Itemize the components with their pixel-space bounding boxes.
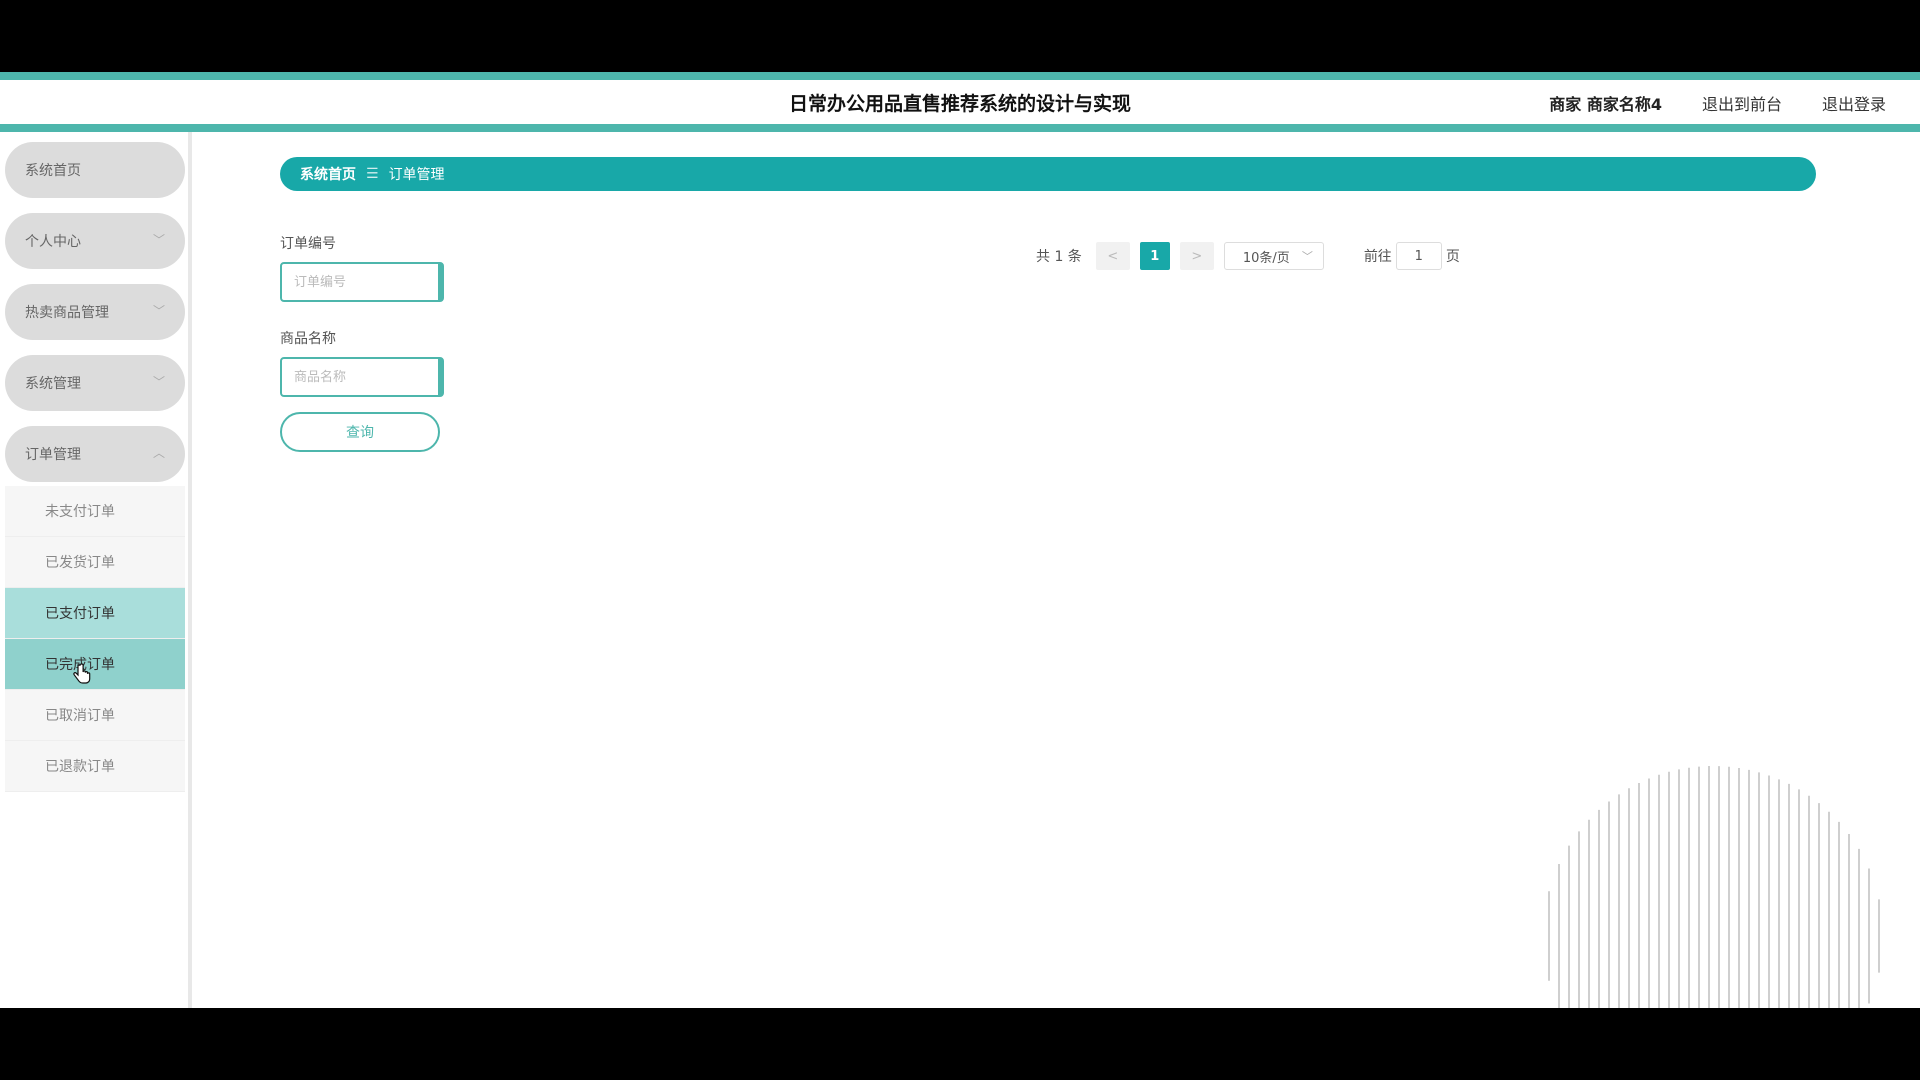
chevron-down-icon: ﹀ xyxy=(152,304,165,318)
page-size-select[interactable]: 10条/页 ﹀ xyxy=(1223,242,1324,270)
submenu-item-label: 已取消订单 xyxy=(45,708,115,724)
submenu-item-label: 已发货订单 xyxy=(45,555,115,571)
chevron-down-icon: ﹀ xyxy=(152,233,165,247)
submenu-item-paid[interactable]: 已支付订单 xyxy=(5,588,185,639)
product-name-input[interactable] xyxy=(280,357,444,397)
pagination-total: 共 1 条 xyxy=(1036,249,1082,265)
query-button[interactable]: 查询 xyxy=(280,412,440,452)
product-name-label: 商品名称 xyxy=(280,331,336,347)
sidebar-item-label: 系统管理 xyxy=(25,376,81,392)
pagination: 共 1 条 < 1 > 10条/页 ﹀ 前往 页 xyxy=(1036,242,1460,270)
submenu-item-label: 已退款订单 xyxy=(45,759,115,775)
sidebar-item-label: 订单管理 xyxy=(25,447,81,463)
top-header: 日常办公用品直售推荐系统的设计与实现 商家 商家名称4 退出到前台 退出登录 xyxy=(0,72,1920,132)
next-page-button[interactable]: > xyxy=(1179,242,1214,270)
sidebar-item-personal-center[interactable]: 个人中心 ﹀ xyxy=(5,213,185,269)
sidebar-item-label: 个人中心 xyxy=(25,234,81,250)
sidebar-item-home[interactable]: 系统首页 xyxy=(5,142,185,198)
sidebar-item-hot-products[interactable]: 热卖商品管理 ﹀ xyxy=(5,284,185,340)
breadcrumb-home[interactable]: 系统首页 xyxy=(300,164,356,184)
page-size-value: 10条/页 xyxy=(1242,250,1290,266)
prev-page-button[interactable]: < xyxy=(1095,242,1130,270)
submenu-item-label: 未支付订单 xyxy=(45,504,115,520)
sidebar: 系统首页 个人中心 ﹀ 热卖商品管理 ﹀ 系统管理 ﹀ 订单管理 ︿ 未支付订单… xyxy=(0,132,192,1008)
app-window: 日常办公用品直售推荐系统的设计与实现 商家 商家名称4 退出到前台 退出登录 系… xyxy=(0,72,1920,1008)
submenu-item-refunded[interactable]: 已退款订单 xyxy=(5,741,185,792)
goto-page-input[interactable] xyxy=(1395,242,1442,270)
submenu-item-label: 已支付订单 xyxy=(45,606,115,622)
submenu-item-shipped[interactable]: 已发货订单 xyxy=(5,537,185,588)
logout-link[interactable]: 退出登录 xyxy=(1822,91,1886,115)
menu-icon: ☰ xyxy=(366,166,379,182)
submenu-item-cancelled[interactable]: 已取消订单 xyxy=(5,690,185,741)
order-no-label: 订单编号 xyxy=(280,236,336,252)
header-actions: 商家 商家名称4 退出到前台 退出登录 xyxy=(1549,91,1886,115)
order-no-input[interactable] xyxy=(280,262,444,302)
goto-prefix: 前往 xyxy=(1363,249,1392,265)
breadcrumb: 系统首页 ☰ 订单管理 xyxy=(280,157,1816,191)
sidebar-item-label: 系统首页 xyxy=(25,163,81,179)
goto-suffix: 页 xyxy=(1445,249,1460,265)
submenu-item-unpaid[interactable]: 未支付订单 xyxy=(5,486,185,537)
submenu-item-completed[interactable]: 已完成订单 xyxy=(5,639,185,690)
chevron-down-icon: ﹀ xyxy=(152,375,165,389)
sidebar-item-system-management[interactable]: 系统管理 ﹀ xyxy=(5,355,185,411)
page-number-1[interactable]: 1 xyxy=(1139,242,1170,270)
chevron-up-icon: ︿ xyxy=(152,446,165,460)
hand-pointer-icon xyxy=(73,663,91,684)
order-submenu: 未支付订单 已发货订单 已支付订单 已完成订单 已取消订单 已退款订单 xyxy=(5,486,185,792)
striped-circle-decoration xyxy=(1548,766,1880,1008)
breadcrumb-current: 订单管理 xyxy=(388,167,445,183)
sidebar-item-label: 热卖商品管理 xyxy=(25,305,109,321)
current-user: 商家 商家名称4 xyxy=(1549,95,1662,114)
sidebar-item-order-management[interactable]: 订单管理 ︿ xyxy=(5,426,185,482)
chevron-down-icon: ﹀ xyxy=(1301,250,1313,263)
exit-to-front-link[interactable]: 退出到前台 xyxy=(1702,91,1782,115)
